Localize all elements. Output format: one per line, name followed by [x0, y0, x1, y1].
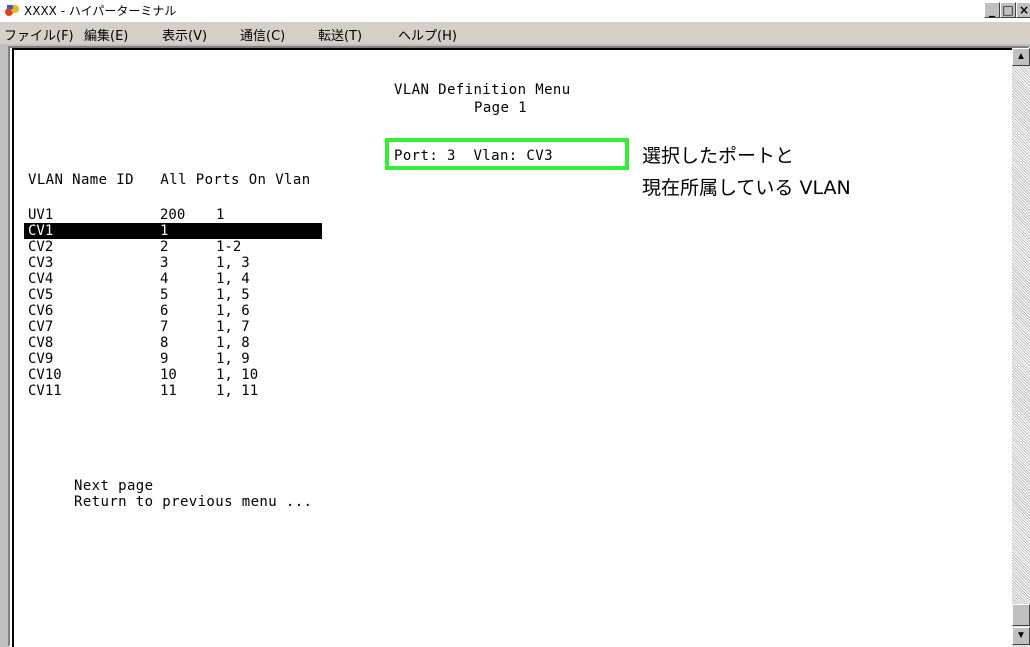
maximize-button[interactable]: □ [1000, 2, 1016, 18]
close-button[interactable]: × [1016, 2, 1030, 18]
vlan-id-cell: 5 [160, 287, 169, 303]
annotation-highlight-box [385, 138, 629, 170]
vlan-id-cell: 1 [160, 223, 169, 239]
menu-help[interactable]: ヘルプ(H) [398, 25, 457, 44]
vlan-row[interactable]: CV2 2 1-2 [14, 239, 414, 255]
arrow-down-icon: ▼ [1016, 630, 1026, 641]
vlan-row[interactable]: CV11 11 1, 11 [14, 383, 414, 399]
vlan-id-cell: 2 [160, 239, 169, 255]
menu-heading: VLAN Definition Menu [394, 82, 571, 98]
vlan-row[interactable]: CV5 5 1, 5 [14, 287, 414, 303]
vlan-ports-cell: 1, 5 [216, 287, 250, 303]
minimize-icon: _ [989, 3, 995, 17]
vlan-name-cell: CV11 [28, 383, 62, 399]
vlan-name-cell: CV2 [28, 239, 54, 255]
vlan-ports-cell: 1, 8 [216, 335, 250, 351]
menu-transfer[interactable]: 転送(T) [318, 25, 362, 44]
vlan-ports-cell: 1, 9 [216, 351, 250, 367]
next-page-option[interactable]: Next page [74, 478, 153, 494]
hyperterminal-app-icon[interactable] [4, 3, 20, 18]
vlan-row[interactable]: CV7 7 1, 7 [14, 319, 414, 335]
menu-bar: ファイル(F) 編集(E) 表示(V) 通信(C) 転送(T) ヘルプ(H) [0, 22, 1030, 44]
vlan-name-cell: CV7 [28, 319, 54, 335]
vlan-row[interactable]: UV1 200 1 [14, 207, 414, 223]
vlan-id-cell: 9 [160, 351, 169, 367]
scroll-up-button[interactable]: ▲ [1012, 48, 1030, 66]
vlan-name-cell: UV1 [28, 207, 54, 223]
hyperterminal-window: XXXX - ハイパーターミナル _ □ × ファイル(F) 編集(E) 表示(… [0, 0, 1030, 647]
vlan-ports-cell: 1, 6 [216, 303, 250, 319]
vertical-scrollbar[interactable]: ▲ ▼ [1012, 48, 1030, 647]
vlan-id-cell: 7 [160, 319, 169, 335]
vlan-row[interactable]: CV1 1 [14, 223, 414, 239]
vlan-row[interactable]: CV4 4 1, 4 [14, 271, 414, 287]
vlan-id-cell: 8 [160, 335, 169, 351]
vlan-id-cell: 6 [160, 303, 169, 319]
page-indicator: Page 1 [474, 100, 527, 116]
vlan-name-cell: CV3 [28, 255, 54, 271]
vlan-row[interactable]: CV8 8 1, 8 [14, 335, 414, 351]
vlan-id-cell: 3 [160, 255, 169, 271]
maximize-icon: □ [1002, 3, 1014, 17]
vlan-id-cell: 11 [160, 383, 177, 399]
vlan-row[interactable]: CV3 3 1, 3 [14, 255, 414, 271]
selected-row-highlight [24, 223, 322, 239]
minimize-button[interactable]: _ [984, 2, 1000, 18]
vlan-ports-cell: 1, 10 [216, 367, 259, 383]
vlan-ports-cell: 1, 11 [216, 383, 259, 399]
vlan-ports-cell: 1-2 [216, 239, 242, 255]
scroll-thumb[interactable] [1012, 604, 1030, 626]
menu-communication[interactable]: 通信(C) [240, 25, 285, 44]
close-icon: × [1018, 3, 1030, 17]
arrow-up-icon: ▲ [1016, 51, 1026, 62]
annotation-line-1: 選択したポートと [642, 145, 795, 167]
vlan-name-cell: CV6 [28, 303, 54, 319]
vlan-name-cell: CV10 [28, 367, 62, 383]
return-menu-option[interactable]: Return to previous menu ... [74, 494, 312, 510]
vlan-row[interactable]: CV6 6 1, 6 [14, 303, 414, 319]
title-bar: XXXX - ハイパーターミナル _ □ × [0, 0, 1030, 22]
vlan-name-cell: CV4 [28, 271, 54, 287]
annotation-line-2: 現在所属している VLAN [642, 177, 851, 199]
vlan-name-cell: CV5 [28, 287, 54, 303]
vlan-ports-cell: 1, 3 [216, 255, 250, 271]
vlan-name-cell: CV8 [28, 335, 54, 351]
scroll-down-button[interactable]: ▼ [1012, 627, 1030, 645]
vlan-ports-cell: 1 [216, 207, 225, 223]
menu-file[interactable]: ファイル(F) [4, 25, 74, 44]
vlan-id-cell: 10 [160, 367, 177, 383]
vlan-ports-cell: 1, 7 [216, 319, 250, 335]
menu-edit[interactable]: 編集(E) [84, 25, 128, 44]
vlan-name-cell: CV1 [28, 223, 54, 239]
vlan-name-cell: CV9 [28, 351, 54, 367]
vlan-row[interactable]: CV9 9 1, 9 [14, 351, 414, 367]
window-title: XXXX - ハイパーターミナル [24, 4, 177, 18]
column-header: VLAN Name ID All Ports On Vlan [28, 172, 311, 188]
vlan-row[interactable]: CV10 10 1, 10 [14, 367, 414, 383]
vlan-id-cell: 200 [160, 207, 186, 223]
vlan-id-cell: 4 [160, 271, 169, 287]
vlan-ports-cell: 1, 4 [216, 271, 250, 287]
menu-view[interactable]: 表示(V) [162, 25, 207, 44]
